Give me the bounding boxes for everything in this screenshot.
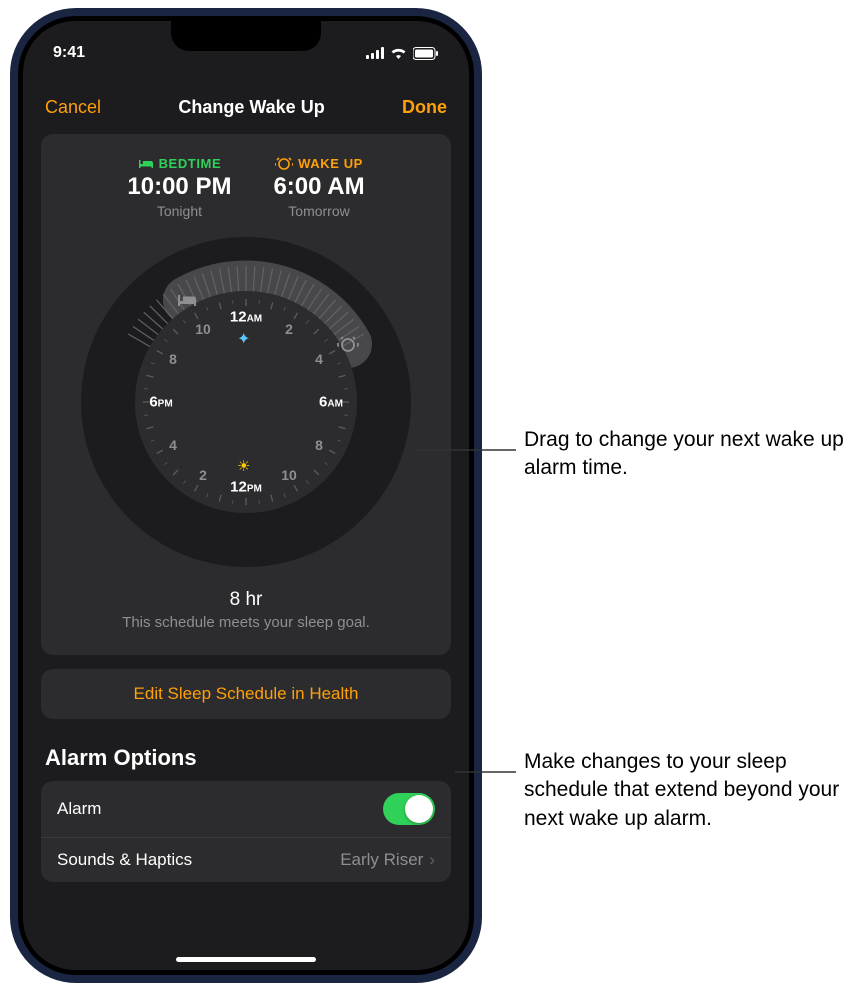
wakeup-handle[interactable] — [330, 326, 366, 362]
clock-2a: 2 — [285, 321, 293, 337]
alarm-options-list: Alarm Sounds & Haptics Early Riser › — [41, 781, 451, 882]
schedule-card: BEDTIME 10:00 PM Tonight WAKE UP 6:00 AM — [41, 134, 451, 655]
alarm-handle-icon — [337, 335, 359, 353]
day-sun-icon: ☀ — [237, 457, 250, 475]
cellular-icon — [366, 47, 384, 59]
alarm-options-title: Alarm Options — [45, 745, 447, 771]
clock-4a: 4 — [315, 351, 323, 367]
clock-6am: 6AM — [319, 394, 343, 411]
chevron-right-icon: › — [429, 850, 435, 870]
screen: 9:41 Cancel Change Wake Up Done — [23, 21, 469, 970]
nav-title: Change Wake Up — [178, 97, 324, 118]
time-labels: BEDTIME 10:00 PM Tonight WAKE UP 6:00 AM — [59, 156, 433, 219]
bedtime-label: BEDTIME — [159, 156, 222, 171]
bed-icon — [138, 158, 154, 169]
notch — [171, 21, 321, 51]
clock-face: 12AM 6AM 12PM 6PM 2 4 8 10 2 4 8 10 — [135, 291, 357, 513]
status-time: 9:41 — [53, 44, 85, 62]
bedtime-column: BEDTIME 10:00 PM Tonight — [127, 156, 231, 219]
bedtime-header: BEDTIME — [127, 156, 231, 171]
clock-8p: 8 — [169, 351, 177, 367]
sounds-value: Early Riser › — [340, 850, 435, 870]
wakeup-time: 6:00 AM — [273, 173, 364, 201]
clock-4p: 4 — [169, 437, 177, 453]
home-indicator[interactable] — [176, 957, 316, 962]
sounds-label: Sounds & Haptics — [57, 850, 192, 870]
clock-8a: 8 — [315, 437, 323, 453]
nav-bar: Cancel Change Wake Up Done — [23, 85, 469, 128]
edit-schedule-button[interactable]: Edit Sleep Schedule in Health — [41, 669, 451, 719]
clock-12am: 12AM — [230, 309, 262, 326]
status-icons — [366, 47, 439, 60]
bedtime-handle[interactable] — [169, 282, 205, 318]
duration-message: This schedule meets your sleep goal. — [59, 614, 433, 631]
duration-summary: 8 hr This schedule meets your sleep goal… — [59, 589, 433, 631]
clock-10a: 10 — [281, 467, 297, 483]
bed-handle-icon — [177, 293, 197, 307]
wifi-icon — [390, 47, 407, 59]
callout-wakeup-handle: Drag to change your next wake up alarm t… — [524, 426, 854, 483]
bedtime-sub: Tonight — [127, 203, 231, 219]
clock-2p: 2 — [199, 467, 207, 483]
duration-value: 8 hr — [59, 589, 433, 611]
alarm-row: Alarm — [41, 781, 451, 838]
battery-icon — [413, 47, 439, 60]
clock-10p: 10 — [195, 321, 211, 337]
cancel-button[interactable]: Cancel — [45, 97, 101, 118]
wakeup-column: WAKE UP 6:00 AM Tomorrow — [273, 156, 364, 219]
done-button[interactable]: Done — [402, 97, 447, 118]
sounds-row[interactable]: Sounds & Haptics Early Riser › — [41, 838, 451, 882]
clock-6pm: 6PM — [149, 394, 172, 411]
bedtime-time: 10:00 PM — [127, 173, 231, 201]
wakeup-label: WAKE UP — [298, 156, 363, 171]
wakeup-header: WAKE UP — [273, 156, 364, 171]
alarm-toggle[interactable] — [383, 793, 435, 825]
wakeup-sub: Tomorrow — [273, 203, 364, 219]
callout-edit-schedule: Make changes to your sleep schedule that… — [524, 748, 854, 833]
phone-frame: 9:41 Cancel Change Wake Up Done — [10, 8, 482, 983]
alarm-label: Alarm — [57, 799, 101, 819]
night-sparkle-icon: ✦ — [237, 329, 250, 349]
alarm-icon — [275, 157, 293, 170]
sleep-dial[interactable]: 12AM 6AM 12PM 6PM 2 4 8 10 2 4 8 10 — [81, 237, 411, 567]
content: BEDTIME 10:00 PM Tonight WAKE UP 6:00 AM — [23, 134, 469, 882]
phone-bezel: 9:41 Cancel Change Wake Up Done — [18, 16, 474, 975]
clock-12pm: 12PM — [230, 479, 262, 496]
